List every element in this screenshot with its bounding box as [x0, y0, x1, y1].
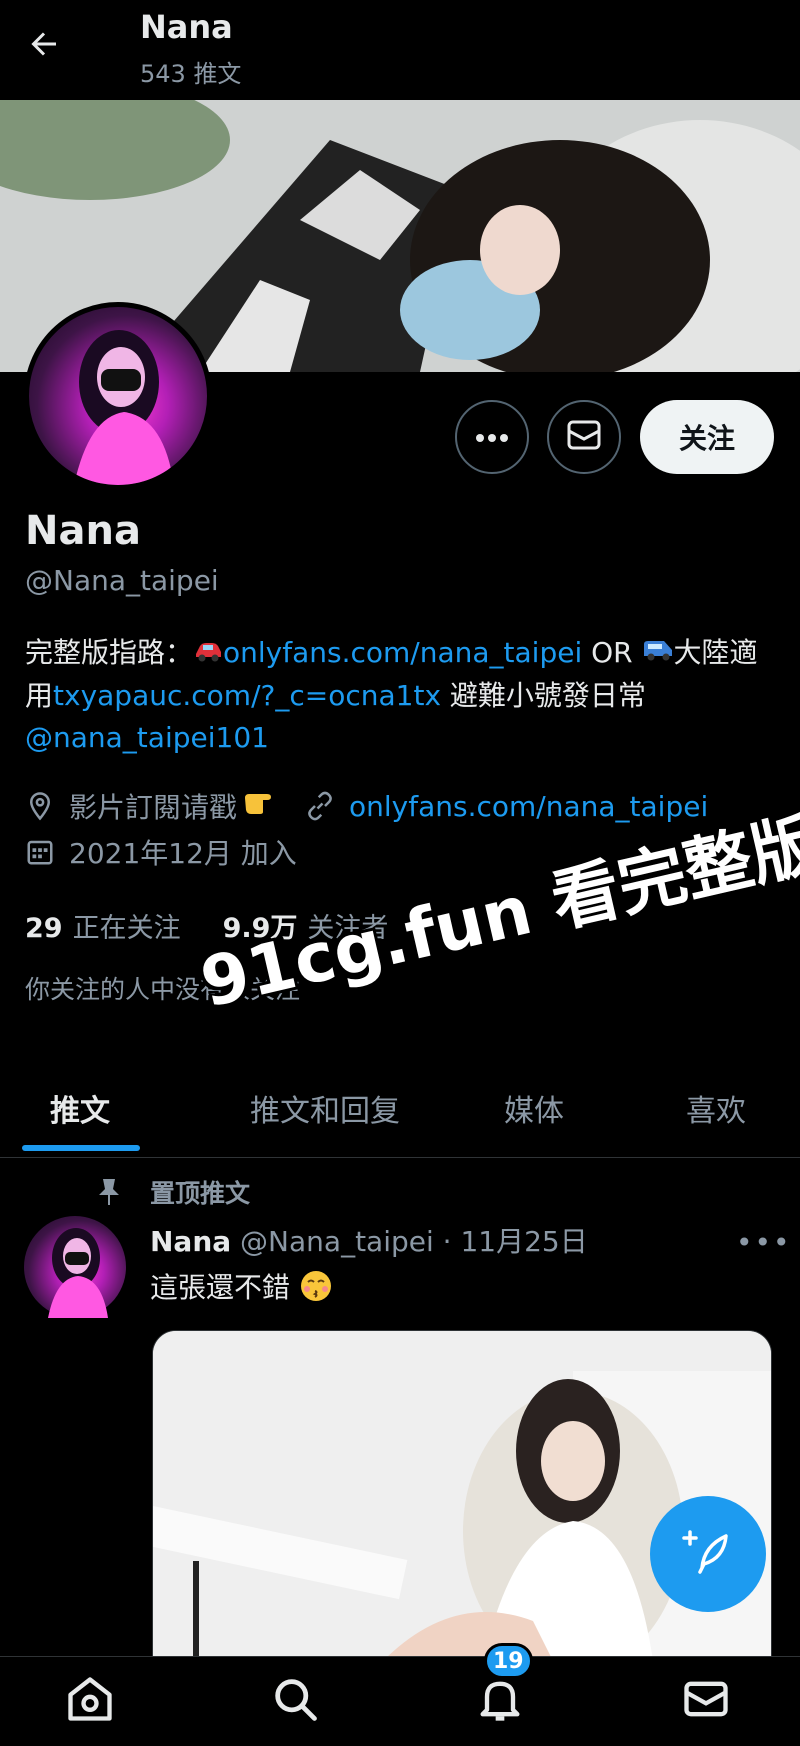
profile-meta-row: 影片訂閱请戳 onlyfans.com/nana_taipei: [25, 786, 708, 826]
nav-notifications[interactable]: [470, 1671, 530, 1731]
top-bar: Nana 543 推文: [0, 0, 800, 100]
back-arrow-icon[interactable]: [26, 26, 62, 62]
compose-button[interactable]: [650, 1496, 766, 1612]
profile-name: Nana: [25, 508, 141, 554]
tweet-header: Nana @Nana_taipei · 11月25日: [150, 1220, 588, 1260]
envelope-icon: [680, 1673, 732, 1729]
following-label: 正在关注: [72, 913, 181, 944]
message-button[interactable]: [547, 400, 621, 474]
more-button[interactable]: [455, 400, 529, 474]
more-icon: [475, 428, 509, 447]
profile-website[interactable]: onlyfans.com/nana_taipei: [349, 790, 708, 823]
mail-icon: [566, 419, 602, 455]
follow-button[interactable]: 关注: [640, 400, 774, 474]
blue-van-emoji: [642, 633, 674, 675]
notifications-badge: 19: [484, 1643, 533, 1679]
bio-link-onlyfans[interactable]: onlyfans.com/nana_taipei: [223, 636, 582, 669]
bottom-navigation: 19: [0, 1643, 800, 1746]
tab-media[interactable]: 媒体: [504, 1086, 564, 1130]
following-count: 29: [25, 913, 63, 944]
bell-icon: [474, 1673, 526, 1729]
profile-joined-row: 2021年12月 加入: [25, 832, 297, 872]
active-tab-indicator: [22, 1145, 140, 1151]
tab-likes[interactable]: 喜欢: [686, 1086, 746, 1130]
tab-tweets[interactable]: 推文: [50, 1086, 110, 1130]
compose-icon: [680, 1524, 736, 1584]
tweet-author-name[interactable]: Nana: [150, 1225, 231, 1258]
following-stat[interactable]: 29 正在关注: [25, 906, 181, 945]
pinned-label: 置顶推文: [150, 1179, 251, 1208]
tweet-avatar[interactable]: [24, 1216, 126, 1318]
tweet-handle-date: @Nana_taipei · 11月25日: [231, 1225, 588, 1258]
profile-joined: 2021年12月 加入: [69, 837, 297, 870]
tweet-text: 這張還不錯: [150, 1271, 291, 1304]
nav-home[interactable]: [60, 1671, 120, 1731]
nav-search[interactable]: [265, 1671, 325, 1731]
profile-bio: 完整版指路： onlyfans.com/nana_taipei OR 大陸適用tx…: [25, 632, 785, 759]
nav-messages[interactable]: [676, 1671, 736, 1731]
link-icon: [305, 791, 335, 821]
pinned-label-row: 置顶推文: [96, 1174, 250, 1210]
pointing-hand-emoji: [243, 790, 277, 823]
bio-or: OR: [582, 636, 642, 669]
calendar-icon: [25, 837, 55, 867]
bio-suffix: 避難小號發日常: [441, 679, 646, 712]
bio-mention[interactable]: @nana_taipei101: [25, 721, 269, 754]
kissing-face-emoji: [299, 1269, 333, 1310]
red-car-emoji: [193, 633, 223, 675]
tweet-image[interactable]: [152, 1330, 772, 1660]
bio-link-txyapauc[interactable]: txyapauc.com/?_c=ocna1tx: [53, 679, 441, 712]
tweet-more-icon[interactable]: •••: [736, 1226, 792, 1259]
tweet-count: 543 推文: [140, 60, 242, 88]
tweet-text-row: 這張還不錯: [150, 1266, 333, 1310]
home-icon: [64, 1673, 116, 1729]
profile-location: 影片訂閱请戳: [69, 791, 238, 824]
profile-handle: @Nana_taipei: [25, 564, 219, 597]
bio-prefix: 完整版指路：: [25, 636, 194, 669]
profile-avatar[interactable]: [24, 302, 212, 490]
location-icon: [25, 791, 55, 821]
header-title: Nana: [140, 8, 233, 46]
search-icon: [269, 1673, 321, 1729]
pin-icon: [96, 1177, 122, 1207]
tab-tweets-and-replies[interactable]: 推文和回复: [250, 1086, 400, 1130]
